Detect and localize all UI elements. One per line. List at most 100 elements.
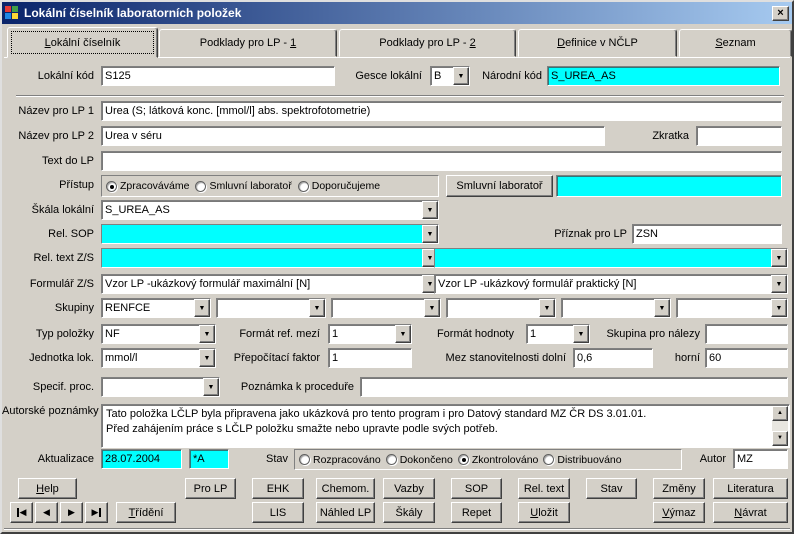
help-button[interactable]: Help: [18, 478, 77, 499]
typ-polozky-value: NF: [102, 325, 199, 343]
chevron-down-icon[interactable]: ▼: [199, 325, 215, 343]
chevron-down-icon[interactable]: ▼: [771, 299, 787, 317]
row-aktualizace: Aktualizace 28.07.2004 *A Stav Rozpracov…: [2, 449, 792, 471]
close-icon[interactable]: ×: [772, 6, 789, 21]
chemom-button[interactable]: Chemom.: [316, 478, 375, 499]
chevron-down-icon[interactable]: ▼: [309, 299, 325, 317]
radio-zkontrolovano[interactable]: Zkontrolováno: [458, 454, 539, 466]
chevron-down-icon[interactable]: ▼: [424, 299, 440, 317]
zmeny-button[interactable]: Změny: [653, 478, 705, 499]
format-hodnoty-label: Formát hodnoty: [422, 324, 514, 344]
ehk-button[interactable]: EHK: [252, 478, 304, 499]
skupina-pro-nalezy-label: Skupina pro nálezy: [594, 324, 700, 344]
vymaz-button[interactable]: Výmaz: [653, 502, 705, 523]
autorske-poznamky-textarea[interactable]: Tato položka LČLP byla připravena jako u…: [101, 404, 790, 448]
vazby-button[interactable]: Vazby: [383, 478, 435, 499]
rel-text-zs-value-1: [102, 249, 422, 267]
radio-doporucujeme[interactable]: Doporučujeme: [298, 180, 380, 192]
pristup-radio-group: Zpracováváme Smluvní laboratoř Doporučuj…: [101, 175, 439, 197]
skaly-button[interactable]: Škály: [383, 502, 435, 523]
mez-horni-input[interactable]: 60: [705, 348, 788, 368]
nav-next-button[interactable]: ▶: [60, 502, 83, 523]
typ-polozky-combo[interactable]: NF ▼: [101, 324, 216, 344]
rel-sop-combo[interactable]: ▼: [101, 224, 439, 244]
nahled-lp-button[interactable]: Náhled LP: [316, 502, 375, 523]
radio-icon: [299, 454, 310, 465]
nav-prev-button[interactable]: ◀: [35, 502, 58, 523]
smluvni-laborator-input[interactable]: [556, 175, 782, 197]
pro-lp-button[interactable]: Pro LP: [185, 478, 236, 499]
skupiny-combo-2[interactable]: ▼: [216, 298, 326, 318]
rel-text-zs-combo-1[interactable]: ▼: [101, 248, 439, 268]
radio-zpracovavame[interactable]: Zpracováváme: [106, 180, 189, 192]
skupiny-combo-3[interactable]: ▼: [331, 298, 441, 318]
chevron-down-icon[interactable]: ▼: [771, 275, 787, 293]
autor-input[interactable]: MZ: [733, 449, 788, 469]
skupiny-combo-6[interactable]: ▼: [676, 298, 788, 318]
tab-lokalni-ciselnik[interactable]: Lokální číselník: [7, 27, 158, 58]
skupiny-combo-5[interactable]: ▼: [561, 298, 671, 318]
tab-definice-nclp[interactable]: Definice v NČLP: [518, 29, 677, 57]
chevron-down-icon[interactable]: ▼: [654, 299, 670, 317]
scroll-up-icon[interactable]: ▲: [772, 406, 788, 421]
zkratka-input[interactable]: [696, 126, 782, 146]
format-ref-mezi-value: 1: [329, 325, 395, 343]
radio-distribuovano[interactable]: Distribuováno: [543, 454, 621, 466]
chevron-down-icon[interactable]: ▼: [539, 299, 555, 317]
rel-text-button[interactable]: Rel. text: [518, 478, 570, 499]
skala-lokalni-combo[interactable]: S_UREA_AS ▼: [101, 200, 439, 220]
nazev-lp1-input[interactable]: Urea (S; látková konc. [mmol/l] abs. spe…: [101, 101, 782, 121]
aktualizace-label: Aktualizace: [2, 449, 94, 469]
radio-smluvni-laborator[interactable]: Smluvní laboratoř: [195, 180, 291, 192]
chevron-down-icon[interactable]: ▼: [771, 249, 787, 267]
trideni-button[interactable]: Třídění: [116, 502, 176, 523]
ulozit-button[interactable]: Uložit: [518, 502, 570, 523]
specif-proc-combo[interactable]: ▼: [101, 377, 220, 397]
priznak-pro-lp-input[interactable]: ZSN: [632, 224, 782, 244]
nav-first-button[interactable]: ◀: [10, 502, 33, 523]
formular-zs-combo-2[interactable]: Vzor LP -ukázkový formulář praktický [N]…: [434, 274, 788, 294]
lis-button[interactable]: LIS: [252, 502, 304, 523]
sop-button[interactable]: SOP: [451, 478, 502, 499]
rel-text-zs-combo-2[interactable]: ▼: [434, 248, 788, 268]
specif-proc-value: [102, 378, 203, 396]
tab-podklady-lp-2[interactable]: Podklady pro LP - 2: [339, 29, 516, 57]
scroll-track[interactable]: [772, 421, 788, 431]
aktualizace-flag-input[interactable]: *A: [189, 449, 229, 469]
smluvni-laborator-button[interactable]: Smluvní laboratoř: [446, 175, 553, 197]
format-hodnoty-combo[interactable]: 1 ▼: [526, 324, 590, 344]
radio-icon: [543, 454, 554, 465]
skupina-pro-nalezy-input[interactable]: [705, 324, 788, 344]
scroll-down-icon[interactable]: ▼: [772, 431, 788, 446]
text-do-lp-input[interactable]: [101, 151, 782, 171]
chevron-down-icon[interactable]: ▼: [422, 201, 438, 219]
chevron-down-icon[interactable]: ▼: [395, 325, 411, 343]
poznamka-input[interactable]: [360, 377, 788, 397]
chevron-down-icon[interactable]: ▼: [194, 299, 210, 317]
narodni-kod-input[interactable]: S_UREA_AS: [547, 66, 780, 86]
radio-dokonceno[interactable]: Dokončeno: [386, 454, 453, 466]
tab-seznam[interactable]: Seznam: [679, 29, 792, 57]
mez-dolni-input[interactable]: 0,6: [573, 348, 653, 368]
jednotka-lok-combo[interactable]: mmol/l ▼: [101, 348, 216, 368]
skupiny-combo-4[interactable]: ▼: [446, 298, 556, 318]
literatura-button[interactable]: Literatura: [713, 478, 788, 499]
aktualizace-date-input[interactable]: 28.07.2004: [101, 449, 182, 469]
repet-button[interactable]: Repet: [451, 502, 502, 523]
formular-zs-combo-1[interactable]: Vzor LP -ukázkový formulář maximální [N]…: [101, 274, 439, 294]
prepocitaci-faktor-input[interactable]: 1: [328, 348, 412, 368]
radio-rozpracovano[interactable]: Rozpracováno: [299, 454, 381, 466]
nav-last-button[interactable]: ▶: [85, 502, 108, 523]
chevron-down-icon[interactable]: ▼: [573, 325, 589, 343]
skupiny-combo-1[interactable]: RENFCE ▼: [101, 298, 211, 318]
chevron-down-icon[interactable]: ▼: [203, 378, 219, 396]
tab-podklady-lp-1[interactable]: Podklady pro LP - 1: [159, 29, 337, 57]
chevron-down-icon[interactable]: ▼: [422, 225, 438, 243]
format-ref-mezi-combo[interactable]: 1 ▼: [328, 324, 412, 344]
navrat-button[interactable]: Návrat: [713, 502, 788, 523]
nazev-lp2-input[interactable]: Urea v séru: [101, 126, 605, 146]
stav-button[interactable]: Stav: [586, 478, 637, 499]
skala-lokalni-value: S_UREA_AS: [102, 201, 422, 219]
lokalni-kod-input[interactable]: S125: [101, 66, 335, 86]
vertical-scrollbar[interactable]: ▲ ▼: [772, 406, 788, 446]
